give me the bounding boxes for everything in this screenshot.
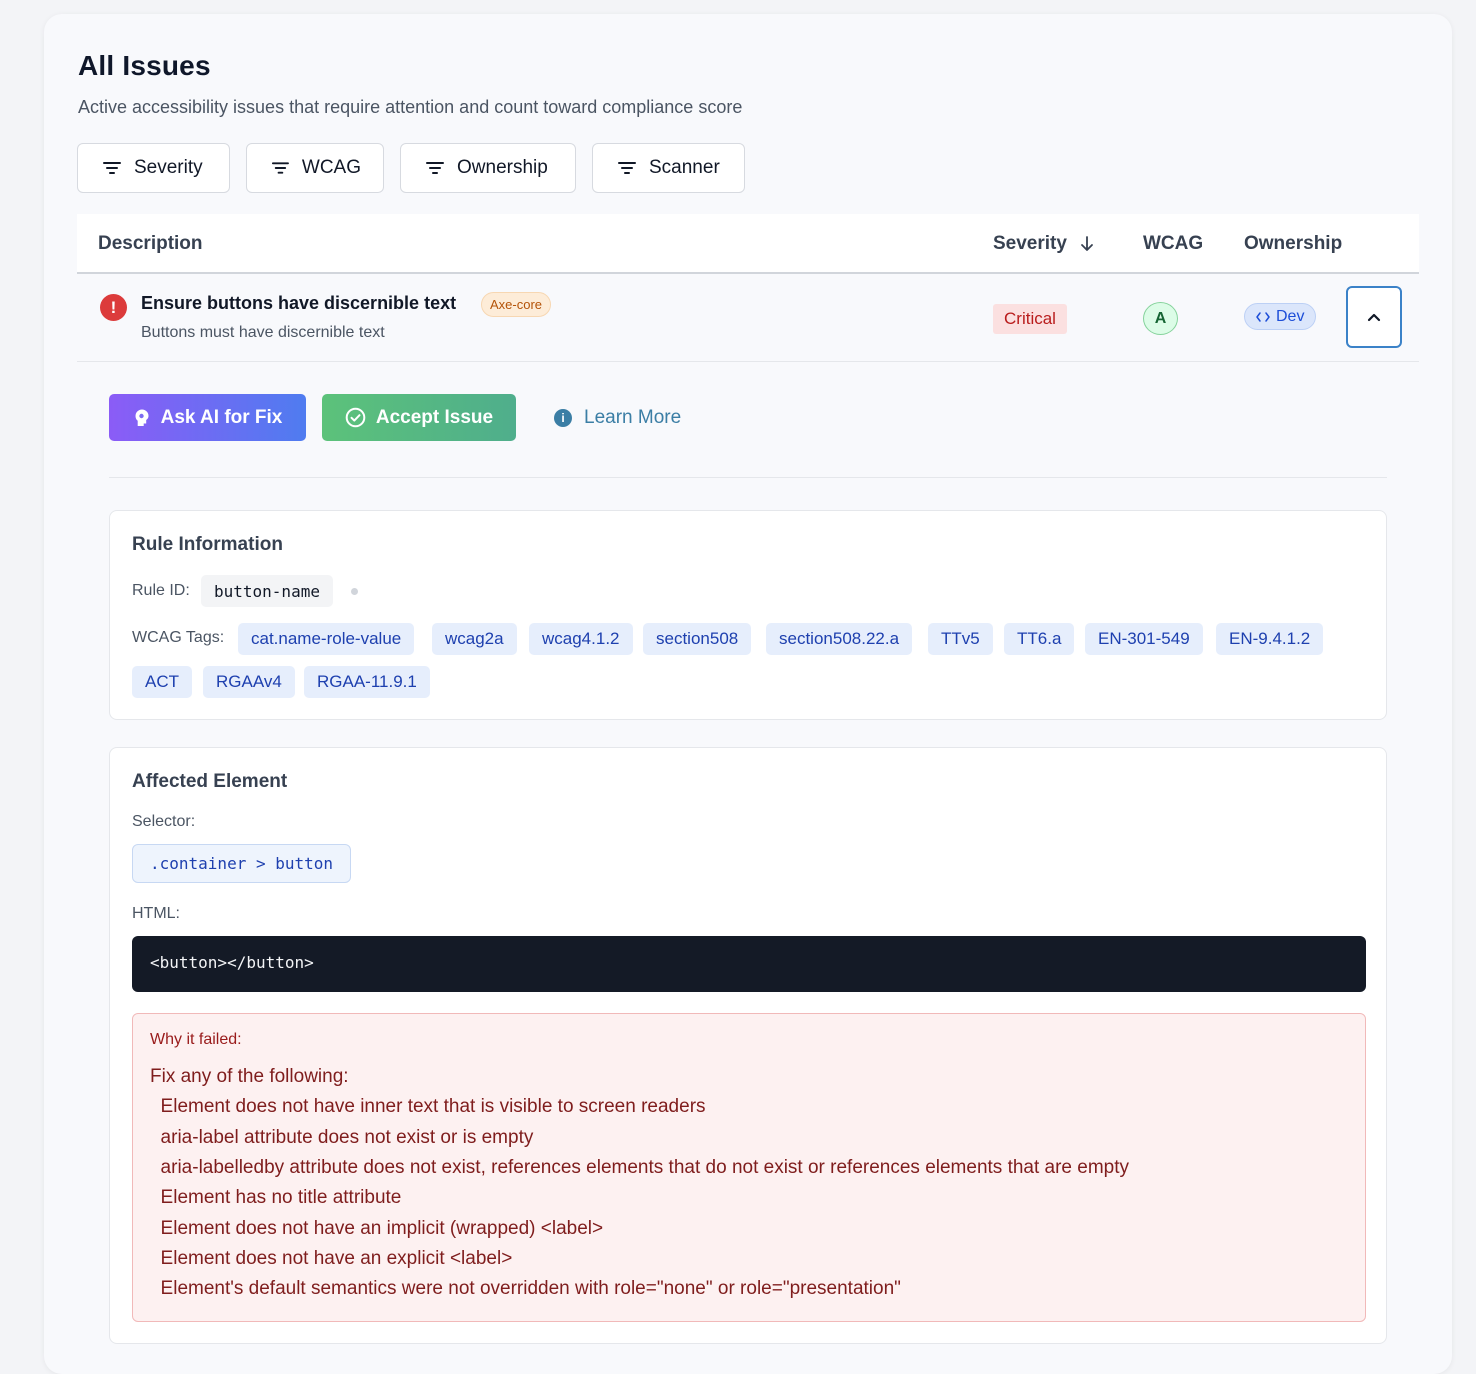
wcag-tag[interactable]: wcag4.1.2 <box>529 623 633 655</box>
selector-label: Selector: <box>132 813 196 830</box>
collapse-row-button[interactable] <box>1346 286 1402 348</box>
header-severity-label: Severity <box>993 233 1067 254</box>
filter-scanner-button[interactable]: Scanner <box>592 143 745 193</box>
issue-detail: Ask AI for Fix Accept Issue i Learn More… <box>109 394 1387 1344</box>
filter-severity-button[interactable]: Severity <box>77 143 230 193</box>
info-icon: i <box>554 408 572 427</box>
filter-label: Scanner <box>649 157 720 178</box>
affected-element-panel: Affected Element Selector: .container > … <box>109 747 1387 1344</box>
separator-dot <box>351 588 358 595</box>
learn-more-link[interactable]: i Learn More <box>554 394 681 441</box>
page-subtitle: Active accessibility issues that require… <box>78 97 743 117</box>
filter-icon <box>271 162 289 174</box>
wcag-tag[interactable]: cat.name-role-value <box>238 623 415 655</box>
table-header: Description Severity WCAG Ownership <box>77 214 1419 274</box>
issues-table: Description Severity WCAG Ownership ! En… <box>77 214 1419 362</box>
header-description[interactable]: Description <box>98 233 203 255</box>
wcag-tag[interactable]: TT6.a <box>1004 623 1075 655</box>
filter-icon <box>103 162 121 174</box>
wcag-tag[interactable]: ACT <box>132 666 192 698</box>
header-severity[interactable]: Severity <box>993 233 1095 255</box>
wcag-tag[interactable]: section508 <box>643 623 752 655</box>
wcag-tag[interactable]: EN-9.4.1.2 <box>1216 623 1324 655</box>
wcag-tag[interactable]: wcag2a <box>432 623 517 655</box>
issues-card: All Issues Active accessibility issues t… <box>44 14 1452 1374</box>
error-icon: ! <box>100 294 127 321</box>
wcag-tag[interactable]: EN-301-549 <box>1085 623 1203 655</box>
wcag-tag[interactable]: TTv5 <box>928 623 993 655</box>
rule-information-panel: Rule Information Rule ID: button-name WC… <box>109 510 1387 720</box>
filter-label: WCAG <box>301 157 361 178</box>
filter-bar: Severity WCAG Ownership Scanner <box>77 143 745 193</box>
ask-ai-label: Ask AI for Fix <box>160 406 283 428</box>
why-line: aria-label attribute does not exist or i… <box>150 1127 534 1148</box>
rule-id-value: button-name <box>201 575 333 607</box>
filter-label: Severity <box>134 157 203 178</box>
rule-information-heading: Rule Information <box>132 534 283 555</box>
issue-subtitle: Buttons must have discernible text <box>141 324 385 341</box>
filter-wcag-button[interactable]: WCAG <box>246 143 384 193</box>
rule-id-label: Rule ID: <box>132 582 190 599</box>
wcag-tags-label: WCAG Tags: <box>132 629 225 646</box>
why-line: aria-labelledby attribute does not exist… <box>150 1157 1130 1178</box>
why-line: Fix any of the following: <box>150 1066 349 1087</box>
header-wcag[interactable]: WCAG <box>1143 233 1203 255</box>
detail-actions: Ask AI for Fix Accept Issue i Learn More <box>109 394 1387 478</box>
check-circle-icon <box>345 407 366 428</box>
arrow-down-icon <box>1081 236 1093 251</box>
html-code-block: <button></button> <box>132 936 1366 992</box>
wcag-tag[interactable]: RGAA-11.9.1 <box>304 666 430 698</box>
filter-icon <box>618 162 636 174</box>
why-line: Element has no title attribute <box>150 1187 402 1208</box>
page-title: All Issues <box>78 50 211 81</box>
why-line: Element does not have inner text that is… <box>150 1096 706 1117</box>
code-icon <box>1256 311 1270 322</box>
learn-more-label: Learn More <box>584 406 682 428</box>
severity-badge: Critical <box>993 304 1067 334</box>
ownership-label: Dev <box>1276 307 1305 325</box>
filter-label: Ownership <box>457 157 548 178</box>
table-row[interactable]: ! Ensure buttons have discernible text A… <box>77 274 1419 362</box>
filter-ownership-button[interactable]: Ownership <box>400 143 576 193</box>
wcag-level-badge: A <box>1143 302 1178 335</box>
why-it-failed-box: Why it failed: Fix any of the following:… <box>132 1013 1366 1322</box>
issue-title: Ensure buttons have discernible text <box>141 293 457 313</box>
filter-icon <box>426 162 444 174</box>
why-it-failed-title: Why it failed: <box>150 1031 242 1048</box>
accept-issue-label: Accept Issue <box>375 406 494 428</box>
why-line: Element does not have an explicit <label… <box>150 1248 513 1269</box>
why-line: Element does not have an implicit (wrapp… <box>150 1218 604 1239</box>
header-ownership[interactable]: Ownership <box>1244 233 1342 255</box>
ask-ai-button[interactable]: Ask AI for Fix <box>109 394 306 441</box>
accept-issue-button[interactable]: Accept Issue <box>322 394 516 441</box>
why-line: Element's default semantics were not ove… <box>150 1278 901 1299</box>
ownership-badge: Dev <box>1244 303 1317 330</box>
affected-element-heading: Affected Element <box>132 771 288 792</box>
wcag-tag[interactable]: section508.22.a <box>766 623 913 655</box>
chevron-up-icon <box>1367 313 1381 322</box>
brain-icon <box>135 409 149 426</box>
selector-value: .container > button <box>132 844 352 883</box>
wcag-tag[interactable]: RGAAv4 <box>203 666 295 698</box>
html-label: HTML: <box>132 905 180 922</box>
scanner-badge: Axe-core <box>481 292 552 317</box>
